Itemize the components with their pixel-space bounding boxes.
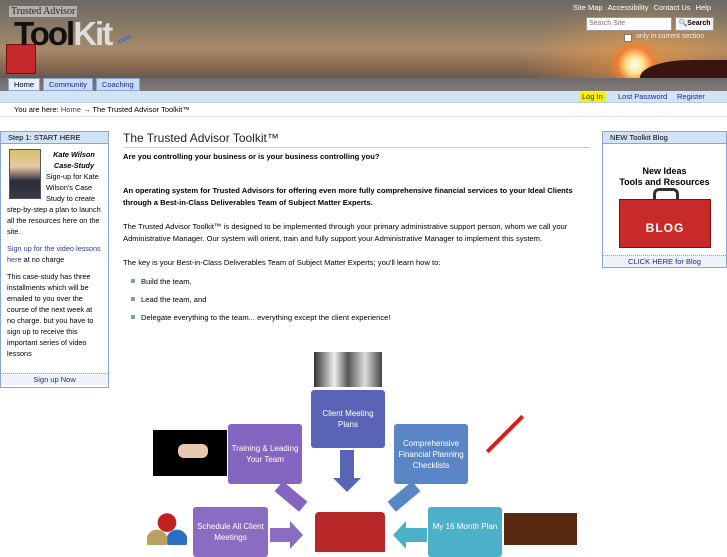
sign-up-now-link[interactable]: Sign up Now [1,373,108,385]
blog-portlet: NEW Toolkit Blog New Ideas Tools and Reso… [602,131,727,268]
breadcrumb: You are here: Home → The Trusted Advisor… [14,105,190,114]
right-arrow-icon [270,528,292,542]
list-item: Delegate everything to the team... every… [131,309,590,327]
link-suffix: at no charge [21,255,65,264]
contact-us-link[interactable]: Contact Us [653,3,690,12]
tagline: Are you controlling your business or is … [123,152,380,161]
magazines-image [314,352,382,387]
case-study-body: This case-study has three installments w… [7,272,94,358]
list-item: Build the team, [131,273,590,291]
down-arrow-icon [340,450,354,478]
diagonal-arrow-right-icon [387,481,421,512]
tab-coaching[interactable]: Coaching [95,78,140,91]
page-title: The Trusted Advisor Toolkit™ [123,131,590,148]
site-map-link[interactable]: Site Map [573,3,603,12]
register-link[interactable]: Register [677,92,705,101]
checklists-box[interactable]: Comprehensive Financial Planning Checkli… [394,424,468,484]
lost-password-link[interactable]: Lost Password [618,92,667,101]
site-logo[interactable]: Trusted Advisor ToolKit .com [6,6,134,74]
current-section-checkbox[interactable] [624,34,632,42]
kate-wilson-photo[interactable] [9,149,41,199]
start-here-portlet: Step 1: START HERE Kate Wilson Case-Study… [0,131,109,388]
search-button-label: Search [687,20,711,27]
search-button[interactable]: 🔍Search [675,17,714,31]
meeting-circles-image [147,513,187,545]
tab-home[interactable]: Home [8,78,41,91]
tab-community[interactable]: Community [43,78,93,91]
bullet-list: Build the team, Lead the team, and Deleg… [131,273,590,327]
blog-image-line1: New Ideas [642,166,687,176]
breadcrumb-prefix: You are here: [14,105,59,114]
list-item: Lead the team, and [131,291,590,309]
click-here-blog-link[interactable]: CLICK HERE for Blog [603,255,726,267]
portlet-title: NEW Toolkit Blog [603,132,726,144]
pencil-image [485,414,525,454]
blog-image[interactable]: New Ideas Tools and Resources BLOG [603,144,726,255]
current-section-label: only in current section [636,33,705,40]
accessibility-link[interactable]: Accessibility [608,3,649,12]
main-tabs: Home Community Coaching [8,78,140,91]
body-paragraph: The Trusted Advisor Toolkit™ is designed… [123,222,568,243]
schedule-meetings-box[interactable]: Schedule All Client Meetings [193,507,268,557]
left-arrow-icon [405,528,427,542]
map-image [504,513,577,545]
diagonal-arrow-left-icon [274,481,308,512]
16-month-plan-box[interactable]: My 16 Month Plan [428,507,502,557]
portlet-title: Step 1: START HERE [1,132,108,144]
divider [0,116,727,117]
site-actions: Site Map Accessibility Contact Us Help [573,3,711,12]
search-input[interactable]: Search Site [586,17,672,31]
login-link[interactable]: Log In [579,92,606,102]
training-team-box[interactable]: Training & Leading Your Team [228,424,302,484]
toolbox-icon [315,512,385,552]
breadcrumb-arrow-icon: → [82,105,91,114]
client-meeting-plans-box[interactable]: Client Meeting Plans [311,390,385,448]
breadcrumb-home[interactable]: Home [61,105,81,114]
lead-paragraph: An operating system for Trusted Advisors… [123,186,573,207]
breadcrumb-current: The Trusted Advisor Toolkit™ [92,105,190,114]
conductor-image [153,430,227,476]
search-icon: 🔍 [678,20,688,27]
blog-image-line2: Tools and Resources [619,177,710,187]
help-link[interactable]: Help [696,3,711,12]
logo-main-text: ToolKit [14,15,113,52]
body-paragraph: The key is your Best-in-Class Deliverabl… [123,258,441,267]
down-arrow-head-icon [333,478,361,492]
logo-com: .com [115,32,134,47]
main-content: The Trusted Advisor Toolkit™ Are you con… [123,131,590,327]
blog-toolbox-icon: BLOG [619,199,711,248]
